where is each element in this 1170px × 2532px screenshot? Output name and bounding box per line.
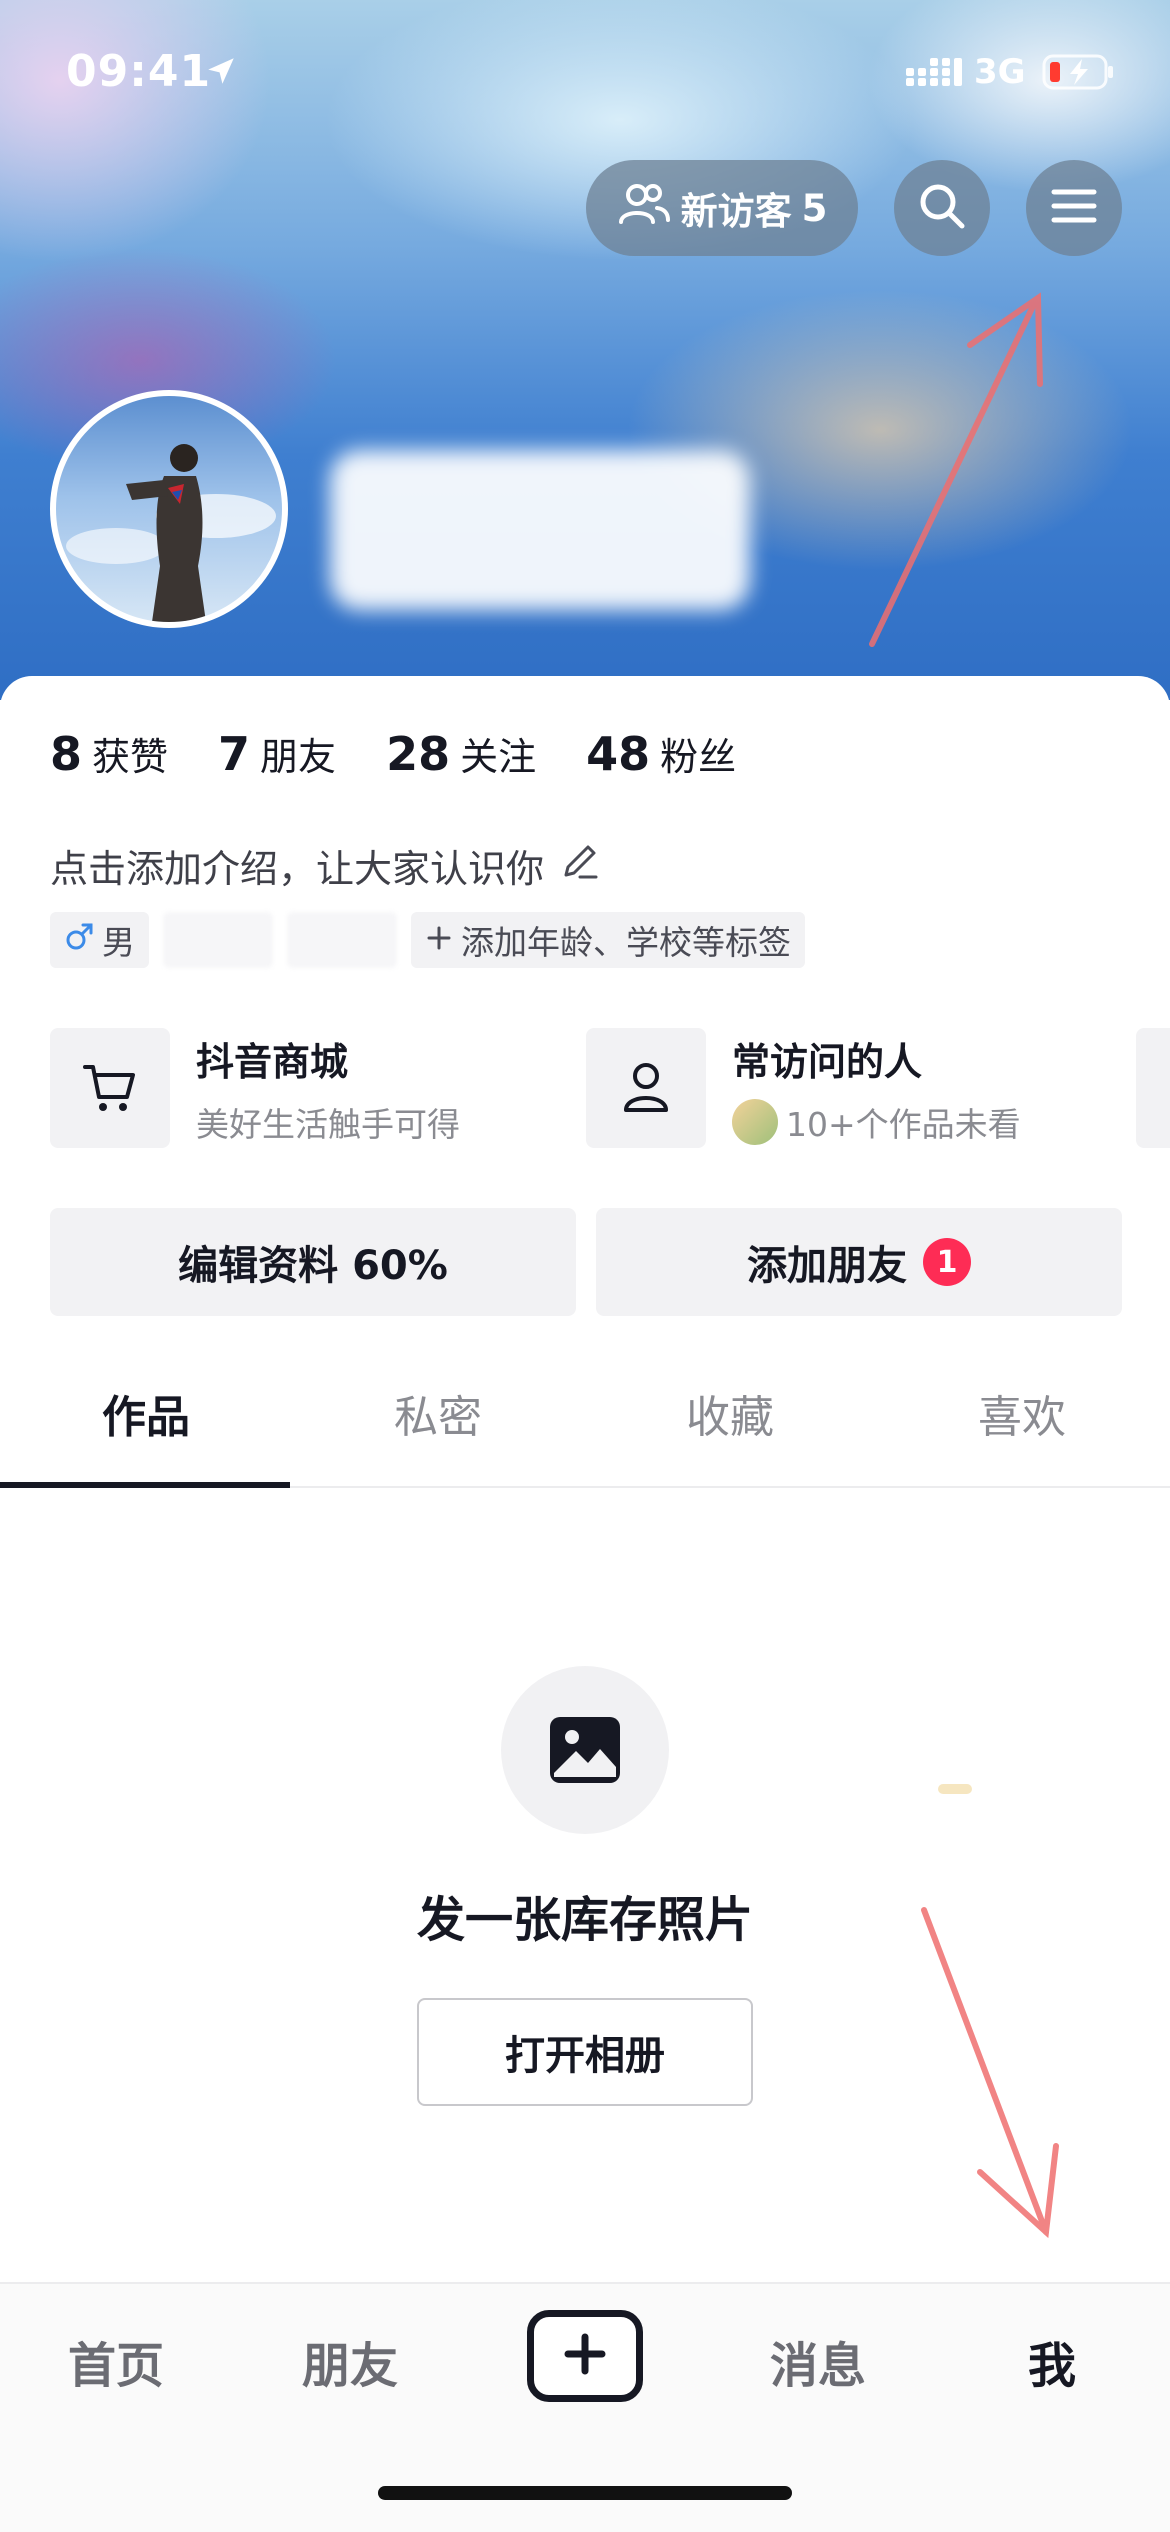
profile-actions: 编辑资料 60% 添加朋友 1 xyxy=(50,1208,1122,1316)
stat-friends[interactable]: 7 朋友 xyxy=(218,726,336,781)
open-album-button[interactable]: 打开相册 xyxy=(417,1998,753,2106)
profile-tags: 男 添加年龄、学校等标签 xyxy=(50,912,805,968)
plus-icon xyxy=(425,921,453,960)
nav-friends[interactable]: 朋友 xyxy=(250,2326,450,2394)
stat-label: 关注 xyxy=(460,735,537,779)
card-subtitle-text: 10+个作品未看 xyxy=(786,1104,1021,1144)
location-arrow-icon xyxy=(204,54,238,92)
card-title: 常访问的人 xyxy=(732,1039,923,1084)
new-visitors-button[interactable]: 新访客 5 xyxy=(586,160,858,256)
more-card-partial[interactable] xyxy=(1136,1028,1170,1148)
friend-mini-avatar xyxy=(732,1098,778,1145)
tab-likes[interactable]: 喜欢 xyxy=(876,1340,1168,1486)
search-icon xyxy=(917,181,967,235)
edit-profile-button[interactable]: 编辑资料 60% xyxy=(50,1208,576,1316)
redacted-city-tag xyxy=(287,912,397,968)
add-friends-button[interactable]: 添加朋友 1 xyxy=(596,1208,1122,1316)
stat-likes[interactable]: 8 获赞 xyxy=(50,726,168,781)
stat-num: 48 xyxy=(586,727,651,781)
visitors-icon xyxy=(617,182,671,235)
menu-icon xyxy=(1051,186,1097,230)
add-tags-button[interactable]: 添加年龄、学校等标签 xyxy=(411,912,805,968)
tab-favorites[interactable]: 收藏 xyxy=(584,1340,876,1486)
avatar[interactable] xyxy=(50,390,288,628)
status-time: 09:41 xyxy=(66,46,212,97)
frequent-visitors-card[interactable]: 常访问的人 10+个作品未看 xyxy=(586,1028,1021,1148)
stat-label: 粉丝 xyxy=(660,735,737,779)
cart-icon xyxy=(50,1028,170,1148)
add-friends-label: 添加朋友 xyxy=(747,1243,907,1289)
edit-pencil-icon xyxy=(558,839,602,892)
empty-state-title: 发一张库存照片 xyxy=(416,1892,753,1948)
profile-stats: 8 获赞 7 朋友 28 关注 48 粉丝 xyxy=(50,726,736,781)
card-subtitle-text: 美好生活触手可得 xyxy=(196,1104,460,1144)
bio-placeholder[interactable]: 点击添加介绍，让大家认识你 xyxy=(50,838,602,893)
partial-card-icon xyxy=(1136,1028,1170,1148)
shortcut-cards: 抖音商城 美好生活触手可得 常访问的人 10+个作品未看 xyxy=(50,1028,1170,1148)
visitors-label: 新访客 xyxy=(680,190,792,233)
gender-label: 男 xyxy=(102,923,135,962)
edit-profile-label: 编辑资料 60% xyxy=(178,1243,448,1289)
card-subtitle: 美好生活触手可得 xyxy=(196,1098,460,1146)
card-subtitle: 10+个作品未看 xyxy=(732,1098,1021,1146)
visitors-count: 5 xyxy=(801,186,828,230)
nav-messages[interactable]: 消息 xyxy=(718,2326,918,2394)
male-icon xyxy=(64,921,94,960)
nav-home[interactable]: 首页 xyxy=(16,2326,216,2394)
content-tabs: 作品 私密 收藏 喜欢 xyxy=(0,1340,1170,1488)
image-icon xyxy=(501,1666,669,1834)
menu-button[interactable] xyxy=(1026,160,1122,256)
stat-label: 获赞 xyxy=(92,735,169,779)
signal-icon xyxy=(906,56,962,92)
stat-num: 7 xyxy=(218,727,251,781)
plus-icon xyxy=(563,2332,607,2380)
shop-card[interactable]: 抖音商城 美好生活触手可得 xyxy=(50,1028,460,1148)
notification-badge: 1 xyxy=(923,1238,971,1286)
person-icon xyxy=(586,1028,706,1148)
stat-num: 28 xyxy=(386,727,451,781)
card-title: 抖音商城 xyxy=(196,1039,349,1084)
battery-icon xyxy=(1042,54,1114,94)
bio-text: 点击添加介绍，让大家认识你 xyxy=(50,847,545,891)
nav-me[interactable]: 我 xyxy=(952,2326,1152,2394)
add-tags-label: 添加年龄、学校等标签 xyxy=(461,923,791,962)
search-button[interactable] xyxy=(894,160,990,256)
faint-mark xyxy=(938,1784,972,1794)
create-button[interactable] xyxy=(527,2310,643,2402)
tab-private[interactable]: 私密 xyxy=(292,1340,584,1486)
home-indicator xyxy=(378,2486,792,2500)
gender-tag[interactable]: 男 xyxy=(50,912,149,968)
stat-label: 朋友 xyxy=(260,735,337,779)
stat-followers[interactable]: 48 粉丝 xyxy=(586,726,736,781)
redacted-username xyxy=(330,450,750,610)
tab-works[interactable]: 作品 xyxy=(0,1340,292,1488)
stat-num: 8 xyxy=(50,727,83,781)
stat-following[interactable]: 28 关注 xyxy=(386,726,536,781)
network-type: 3G xyxy=(974,52,1026,92)
status-bar: 09:41 3G xyxy=(0,0,1170,140)
redacted-location-tag xyxy=(163,912,273,968)
